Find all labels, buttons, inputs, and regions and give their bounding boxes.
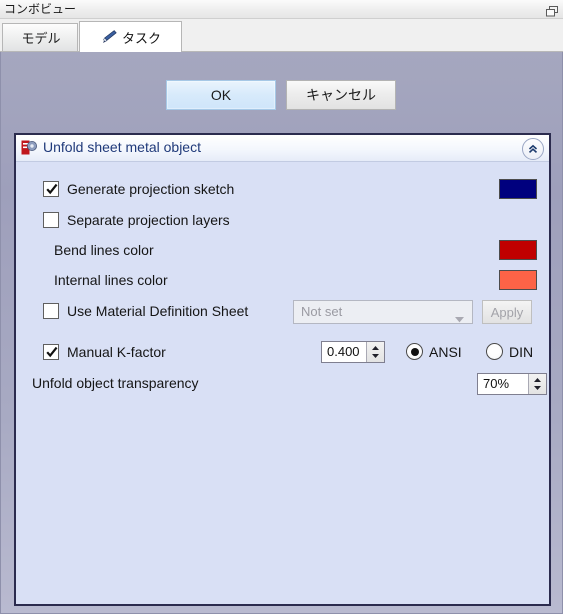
unfold-object-transparency-label: Unfold object transparency [32, 375, 199, 391]
combo-view-panel: コンボビュー モデル タスク OK キャンセル Unfold sheet met… [0, 0, 563, 614]
k-factor-value: 0.400 [327, 344, 360, 359]
standard-ansi-label: ANSI [429, 344, 462, 360]
tab-model[interactable]: モデル [2, 23, 78, 51]
tab-bar: モデル タスク [0, 19, 563, 52]
row-separate-projection-layers: Separate projection layers [16, 207, 549, 233]
projection-sketch-color-swatch[interactable] [499, 179, 537, 199]
transparency-stepper[interactable] [528, 374, 546, 394]
transparency-value: 70% [483, 376, 510, 391]
ok-button[interactable]: OK [166, 80, 276, 110]
bend-lines-color-swatch[interactable] [499, 240, 537, 260]
standard-din-label: DIN [509, 344, 534, 360]
standard-ansi-radio[interactable] [406, 343, 423, 360]
separate-projection-layers-checkbox[interactable] [43, 212, 59, 228]
use-material-definition-sheet-checkbox[interactable] [43, 303, 59, 319]
check-icon [45, 345, 59, 359]
row-manual-k-factor: Manual K-factor 0.400 ANSI DIN [16, 339, 549, 365]
row-bend-lines-color: Bend lines color [16, 237, 549, 263]
chevron-double-up-icon[interactable] [522, 138, 544, 160]
internal-lines-color-swatch[interactable] [499, 270, 537, 290]
group-title-label: Unfold sheet metal object [43, 139, 201, 155]
row-generate-projection-sketch: Generate projection sketch [16, 176, 549, 202]
group-header[interactable]: Unfold sheet metal object [16, 135, 549, 162]
k-factor-stepper[interactable] [366, 342, 384, 362]
row-internal-lines-color: Internal lines color [16, 267, 549, 293]
tab-model-label: モデル [21, 31, 61, 46]
k-factor-spinbox[interactable]: 0.400 [321, 341, 385, 363]
apply-button[interactable]: Apply [482, 300, 532, 324]
tab-task-label: タスク [121, 30, 161, 46]
bend-lines-color-label: Bend lines color [54, 242, 154, 258]
material-definition-sheet-value: Not set [301, 304, 343, 319]
check-icon [45, 182, 59, 196]
radio-dot-icon [410, 347, 419, 356]
dialog-button-row: OK キャンセル [1, 80, 563, 110]
transparency-spinbox[interactable]: 70% [477, 373, 547, 395]
internal-lines-color-label: Internal lines color [54, 272, 168, 288]
row-unfold-object-transparency: Unfold object transparency 70% [16, 370, 549, 396]
standard-din-radio[interactable] [486, 343, 503, 360]
task-panel-area: OK キャンセル Unfold sheet metal object Gener… [0, 52, 563, 614]
unfold-sheet-metal-group: Unfold sheet metal object Generate proje… [14, 133, 551, 606]
manual-k-factor-checkbox[interactable] [43, 344, 59, 360]
use-material-definition-sheet-label: Use Material Definition Sheet [67, 303, 249, 319]
dock-title-label: コンボビュー [4, 2, 77, 16]
manual-k-factor-label: Manual K-factor [67, 344, 166, 360]
chevron-down-icon [455, 310, 464, 328]
generate-projection-sketch-label: Generate projection sketch [67, 181, 235, 197]
pencil-icon [100, 29, 118, 45]
group-body: Generate projection sketch Separate proj… [16, 162, 549, 604]
float-window-icon[interactable] [546, 4, 558, 17]
dock-title-bar: コンボビュー [0, 0, 563, 19]
row-use-material-definition-sheet: Use Material Definition Sheet Not set Ap… [16, 298, 549, 324]
material-definition-sheet-combo[interactable]: Not set [293, 300, 473, 324]
cancel-button[interactable]: キャンセル [286, 80, 396, 110]
generate-projection-sketch-checkbox[interactable] [43, 181, 59, 197]
freecad-sheetmetal-unfold-icon [21, 140, 38, 157]
tab-task[interactable]: タスク [79, 21, 182, 52]
separate-projection-layers-label: Separate projection layers [67, 212, 230, 228]
